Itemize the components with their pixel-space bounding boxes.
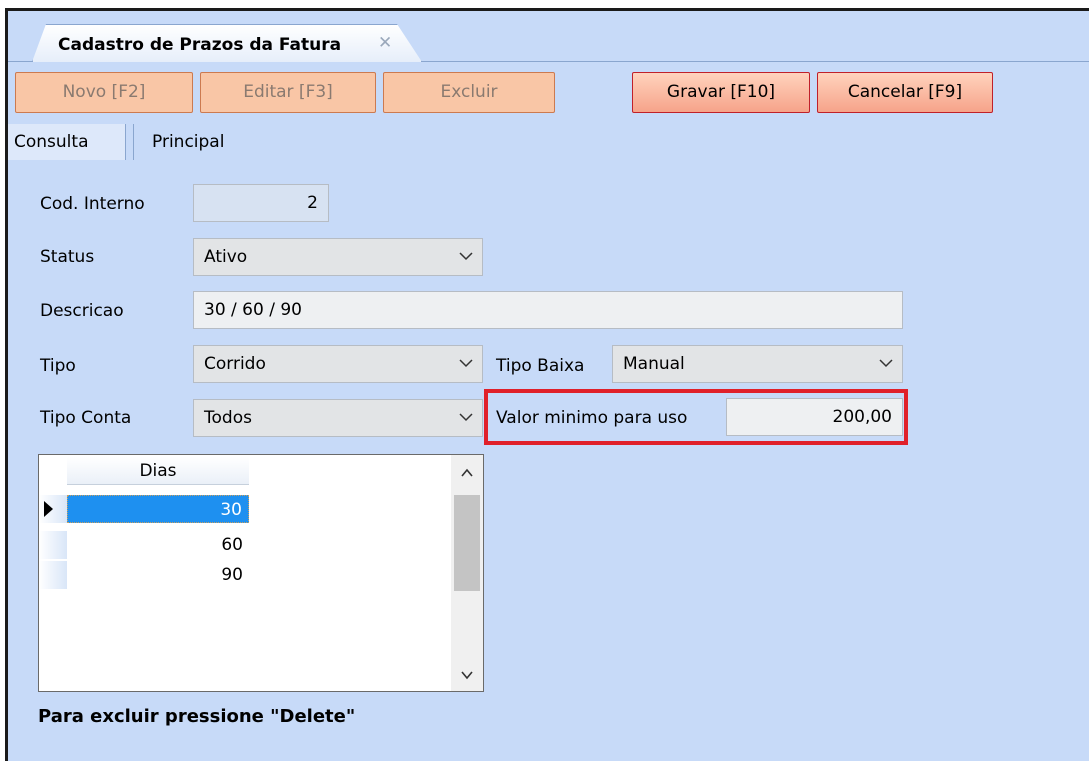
tipo-value: Corrido [204, 354, 266, 374]
tipo-conta-value: Todos [204, 408, 252, 428]
tab-principal[interactable]: Principal [133, 124, 278, 160]
chevron-down-icon [459, 252, 473, 261]
table-row[interactable]: 60 [39, 531, 249, 559]
editar-button[interactable]: Editar [F3] [200, 72, 376, 113]
row-pointer-icon [44, 501, 53, 517]
status-value: Ativo [204, 247, 248, 267]
tipo-conta-select[interactable]: Todos [193, 399, 483, 437]
tipo-baixa-select[interactable]: Manual [612, 345, 903, 383]
tipo-select[interactable]: Corrido [193, 345, 483, 383]
gravar-button[interactable]: Gravar [F10] [632, 72, 810, 113]
scroll-thumb[interactable] [454, 495, 480, 591]
sub-tab-strip: Consulta Principal [8, 124, 1089, 160]
status-select[interactable]: Ativo [193, 238, 483, 276]
excluir-button[interactable]: Excluir [383, 72, 555, 113]
document-tab-bar: Cadastro de Prazos da Fatura ✕ [8, 11, 1089, 62]
grid-header-dias[interactable]: Dias [67, 457, 249, 485]
descricao-field[interactable]: 30 / 60 / 90 [193, 291, 903, 329]
cod-interno-field[interactable]: 2 [193, 184, 329, 222]
row-indicator [39, 561, 67, 589]
cod-interno-label: Cod. Interno [40, 194, 145, 214]
tipo-baixa-label: Tipo Baixa [496, 356, 585, 376]
document-tab-title: Cadastro de Prazos da Fatura [58, 35, 342, 55]
cancelar-button[interactable]: Cancelar [F9] [817, 72, 993, 113]
chevron-down-icon [459, 359, 473, 368]
table-row[interactable]: 30 [39, 495, 249, 523]
grid-cell[interactable]: 90 [67, 561, 249, 589]
tipo-conta-label: Tipo Conta [40, 408, 132, 428]
tab-consulta[interactable]: Consulta [8, 124, 126, 160]
delete-hint: Para excluir pressione "Delete" [38, 706, 356, 727]
grid-scrollbar[interactable] [451, 455, 483, 691]
tipo-baixa-value: Manual [623, 354, 685, 374]
chevron-down-icon [459, 413, 473, 422]
row-indicator [39, 495, 67, 523]
status-label: Status [40, 247, 95, 267]
tipo-label: Tipo [40, 356, 76, 376]
grid-cell[interactable]: 30 [67, 495, 249, 523]
close-icon[interactable]: ✕ [378, 33, 392, 53]
dias-grid[interactable]: Dias 30 60 90 [38, 454, 484, 692]
highlight-box [484, 389, 908, 445]
novo-button[interactable]: Novo [F2] [15, 72, 193, 113]
grid-cell[interactable]: 60 [67, 531, 249, 559]
chevron-up-icon[interactable] [459, 465, 475, 481]
row-indicator [39, 531, 67, 559]
table-row[interactable]: 90 [39, 561, 249, 589]
descricao-label: Descricao [40, 301, 124, 321]
chevron-down-icon[interactable] [459, 667, 475, 683]
chevron-down-icon [879, 359, 893, 368]
